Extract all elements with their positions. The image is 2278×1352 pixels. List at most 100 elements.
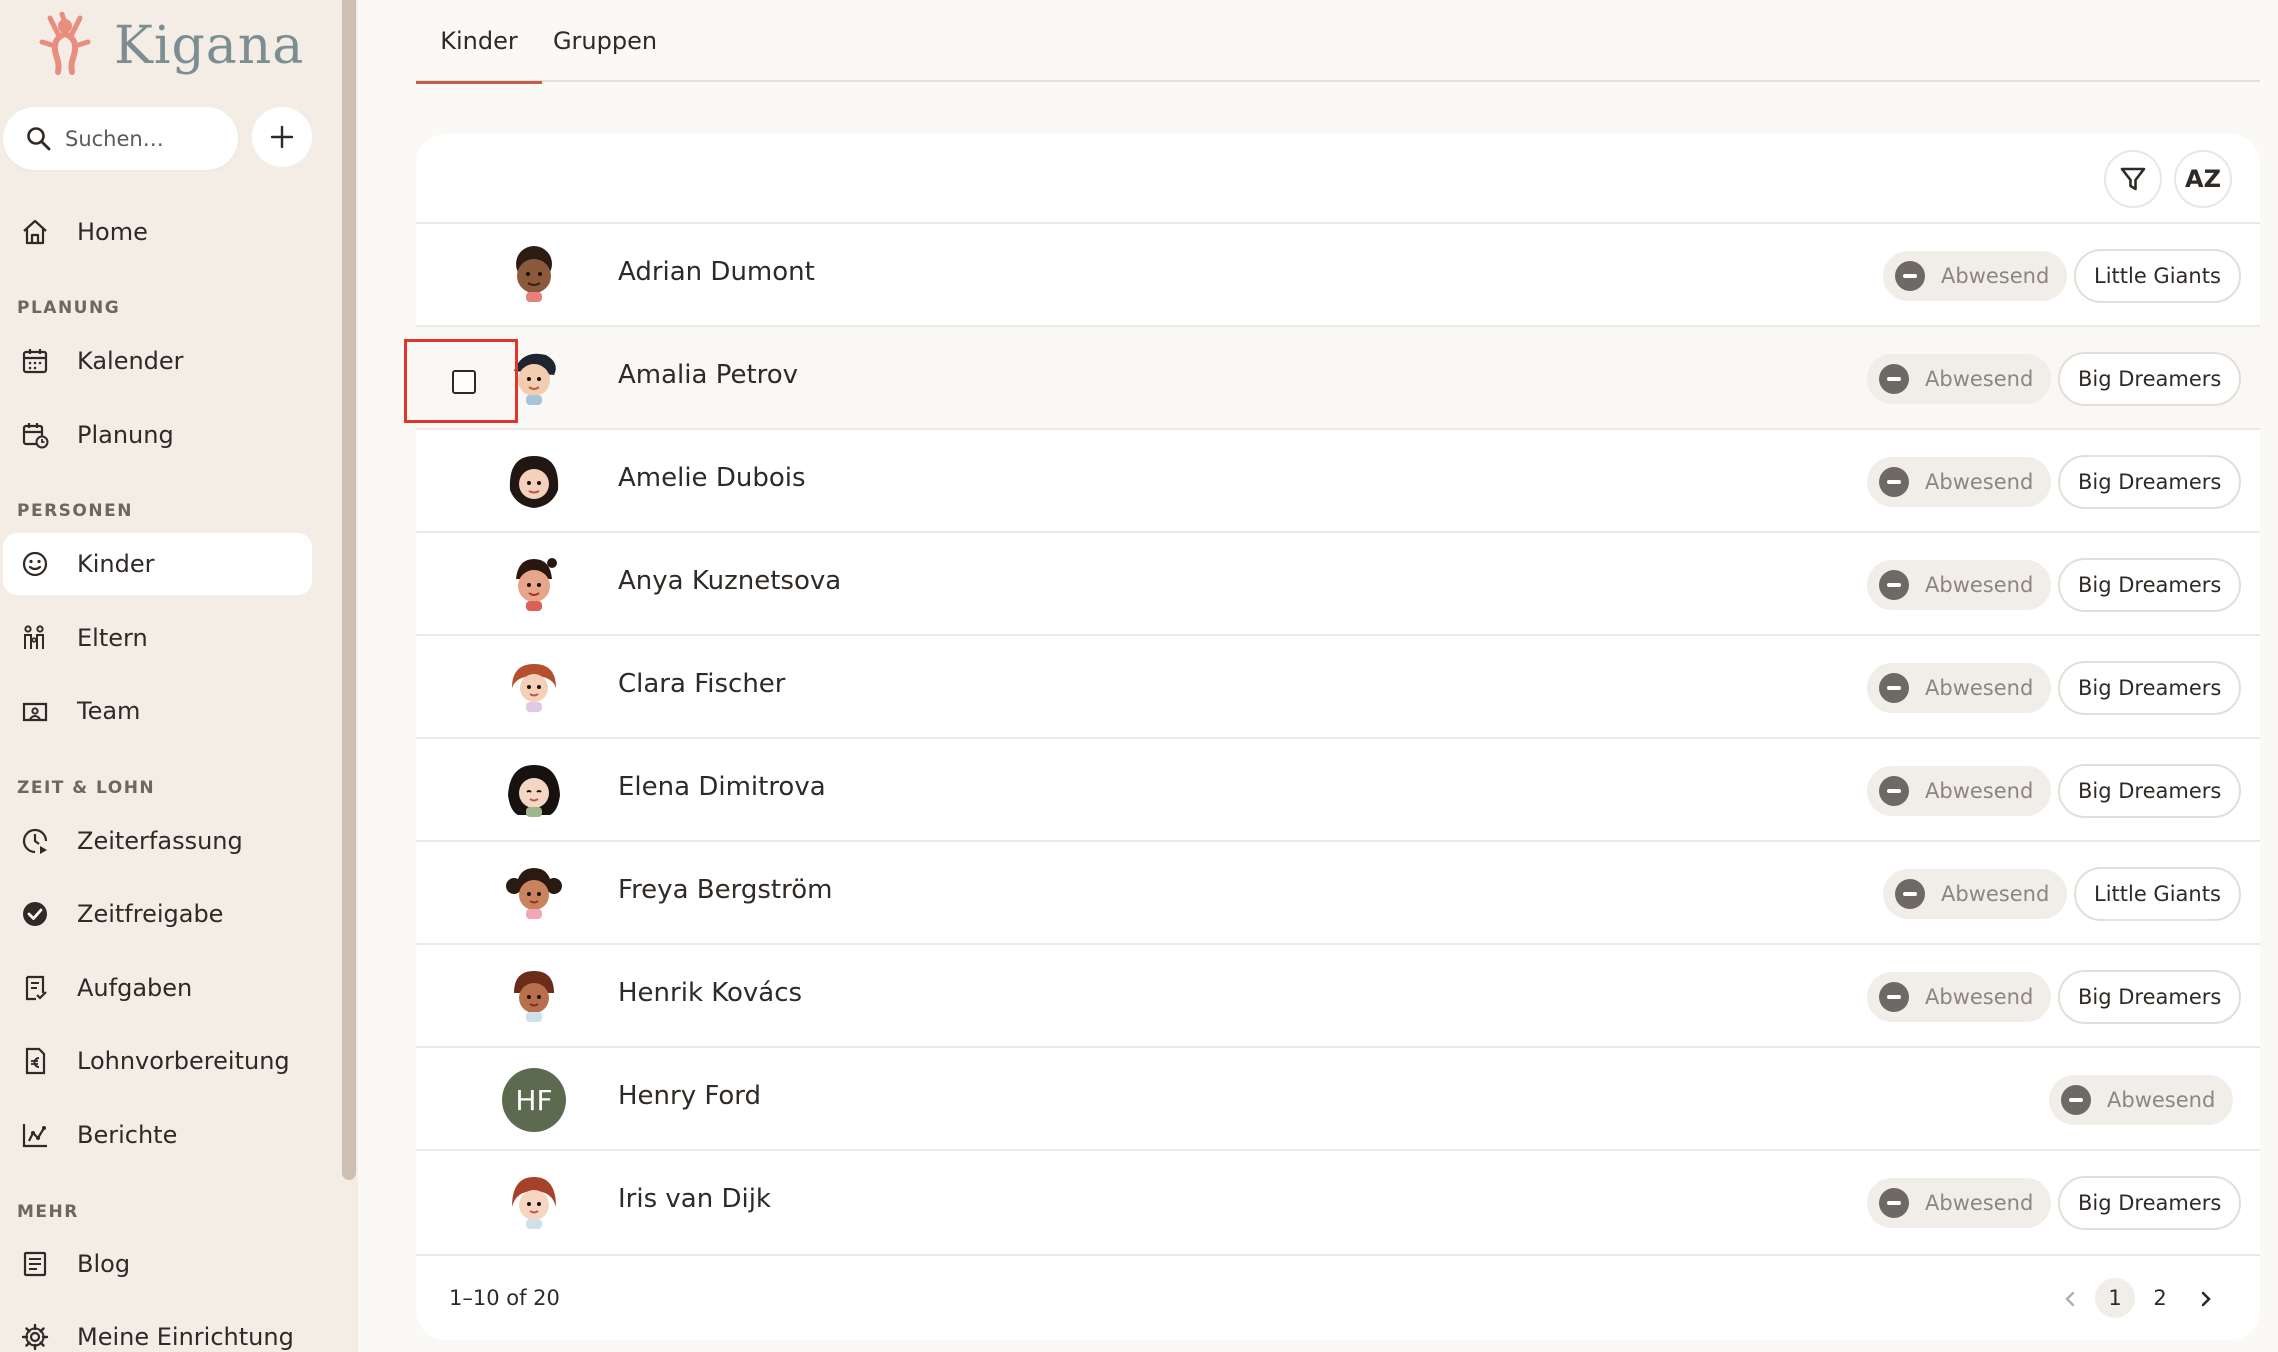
filter-icon: [2120, 167, 2146, 191]
page-1-button[interactable]: 1: [2095, 1278, 2135, 1318]
nav-item-home[interactable]: Home: [3, 201, 312, 263]
status-badge[interactable]: Abwesend: [1883, 869, 2068, 919]
tab-kinder[interactable]: Kinder: [416, 0, 542, 84]
child-avatar-icon: [514, 971, 554, 1022]
group-badge[interactable]: Big Dreamers: [2058, 764, 2242, 818]
nav-item-aufgaben[interactable]: Aufgaben: [3, 957, 312, 1019]
nav-item-meine-einrichtung[interactable]: Meine Einrichtung: [3, 1306, 312, 1352]
child-avatar: [502, 1171, 566, 1235]
table-row[interactable]: Adrian Dumont Abwesend Little Giants: [416, 222, 2260, 325]
status-badge[interactable]: Abwesend: [1867, 766, 2052, 816]
child-name[interactable]: Elena Dimitrova: [618, 772, 826, 802]
smiley-icon: [22, 551, 48, 577]
tab-bar: Kinder Gruppen: [416, 0, 2260, 84]
child-name[interactable]: Amalia Petrov: [618, 360, 798, 390]
nav-item-berichte[interactable]: Berichte: [3, 1104, 312, 1166]
child-name[interactable]: Anya Kuznetsova: [618, 566, 841, 596]
nav-item-eltern[interactable]: Eltern: [3, 607, 312, 669]
section-title-mehr: MEHR: [17, 1202, 79, 1222]
section-title-planung: PLANUNG: [17, 298, 121, 318]
next-page-button[interactable]: [2190, 1278, 2220, 1320]
status-badge[interactable]: Abwesend: [1867, 457, 2052, 507]
child-name[interactable]: Henry Ford: [618, 1081, 761, 1111]
nav-item-kinder[interactable]: Kinder: [3, 533, 312, 595]
search-box[interactable]: [3, 107, 238, 170]
search-input[interactable]: [65, 126, 225, 151]
group-badge[interactable]: Big Dreamers: [2058, 558, 2242, 612]
child-avatar-icon: [512, 664, 556, 712]
table-row[interactable]: Amalia Petrov Abwesend Big Dreamers: [416, 325, 2260, 428]
status-badge[interactable]: Abwesend: [1867, 1178, 2052, 1228]
plus-icon: [270, 125, 294, 149]
sort-az-label: AZ: [2185, 165, 2221, 193]
logo-figure-icon: [39, 12, 91, 75]
nav-label-zeiterfassung: Zeiterfassung: [77, 827, 243, 855]
group-badge[interactable]: Big Dreamers: [2058, 352, 2242, 406]
group-badge[interactable]: Little Giants: [2074, 867, 2241, 921]
calendar-clock-icon: [22, 423, 49, 449]
child-name[interactable]: Freya Bergström: [618, 875, 832, 905]
child-name[interactable]: Adrian Dumont: [618, 257, 815, 287]
status-badge[interactable]: Abwesend: [1867, 560, 2052, 610]
section-title-zeit-lohn: ZEIT & LOHN: [17, 778, 156, 798]
status-label: Abwesend: [1925, 367, 2034, 391]
nav-item-kalender[interactable]: Kalender: [3, 330, 312, 392]
child-name[interactable]: Henrik Kovács: [618, 978, 802, 1008]
nav-item-zeitfreigabe[interactable]: Zeitfreigabe: [3, 883, 312, 945]
sort-az-button[interactable]: AZ: [2174, 150, 2232, 208]
clock-play-icon: [22, 828, 48, 854]
app-logo[interactable]: Kigana: [36, 8, 304, 84]
status-badge[interactable]: Abwesend: [1867, 354, 2052, 404]
status-badge[interactable]: Abwesend: [1867, 972, 2052, 1022]
search-icon: [27, 126, 51, 150]
table-row[interactable]: Anya Kuznetsova Abwesend Big Dreamers: [416, 531, 2260, 634]
nav-label-kalender: Kalender: [77, 347, 184, 375]
table-row[interactable]: Elena Dimitrova Abwesend Big Dreamers: [416, 737, 2260, 840]
child-avatar: [502, 656, 566, 720]
article-icon: [23, 1251, 47, 1277]
gear-icon: [21, 1323, 49, 1351]
group-badge[interactable]: Big Dreamers: [2058, 970, 2242, 1024]
status-label: Abwesend: [1925, 676, 2034, 700]
group-badge[interactable]: Little Giants: [2074, 249, 2241, 303]
minus-circle-icon: [1879, 982, 1909, 1012]
nav-item-team[interactable]: Team: [3, 680, 312, 742]
page-2-button[interactable]: 2: [2140, 1278, 2180, 1318]
euro-document-icon: [25, 1047, 46, 1075]
child-name[interactable]: Iris van Dijk: [618, 1184, 771, 1214]
prev-page-button[interactable]: [2056, 1278, 2086, 1320]
home-icon: [23, 219, 47, 245]
child-name[interactable]: Clara Fischer: [618, 669, 786, 699]
tab-gruppen[interactable]: Gruppen: [542, 0, 668, 82]
child-avatar: [502, 244, 566, 308]
status-badge[interactable]: Abwesend: [2049, 1075, 2234, 1125]
nav-label-meine-einrichtung: Meine Einrichtung: [77, 1323, 294, 1351]
sidebar-scrollbar[interactable]: [342, 0, 356, 1180]
table-row[interactable]: Freya Bergström Abwesend Little Giants: [416, 840, 2260, 943]
sidebar: Kigana Home PLANUNG Kalender Plan: [0, 0, 358, 1352]
status-label: Abwesend: [1941, 264, 2050, 288]
status-badge[interactable]: Abwesend: [1883, 251, 2068, 301]
status-badge[interactable]: Abwesend: [1867, 663, 2052, 713]
filter-button[interactable]: [2104, 150, 2162, 208]
table-row[interactable]: Clara Fischer Abwesend Big Dreamers: [416, 634, 2260, 737]
group-badge[interactable]: Big Dreamers: [2058, 661, 2242, 715]
nav-label-zeitfreigabe: Zeitfreigabe: [77, 900, 224, 928]
nav-item-lohnvorbereitung[interactable]: Lohnvorbereitung: [3, 1030, 312, 1092]
table-row[interactable]: Iris van Dijk Abwesend Big Dreamers: [416, 1149, 2260, 1252]
nav-item-zeiterfassung[interactable]: Zeiterfassung: [3, 810, 312, 872]
nav-item-blog[interactable]: Blog: [3, 1233, 312, 1295]
nav-label-blog: Blog: [77, 1250, 131, 1278]
row-select-checkbox[interactable]: [452, 370, 476, 394]
table-row[interactable]: Henrik Kovács Abwesend Big Dreamers: [416, 943, 2260, 1046]
minus-circle-icon: [1879, 364, 1909, 394]
group-badge[interactable]: Big Dreamers: [2058, 455, 2242, 509]
group-badge[interactable]: Big Dreamers: [2058, 1176, 2242, 1230]
minus-circle-icon: [1879, 570, 1909, 600]
add-button[interactable]: [252, 107, 312, 167]
nav-item-planung[interactable]: Planung: [3, 404, 312, 466]
chevron-left-icon: [2065, 1291, 2075, 1307]
table-row[interactable]: Amelie Dubois Abwesend Big Dreamers: [416, 428, 2260, 531]
table-row[interactable]: HF Henry Ford Abwesend: [416, 1046, 2260, 1149]
child-name[interactable]: Amelie Dubois: [618, 463, 806, 493]
